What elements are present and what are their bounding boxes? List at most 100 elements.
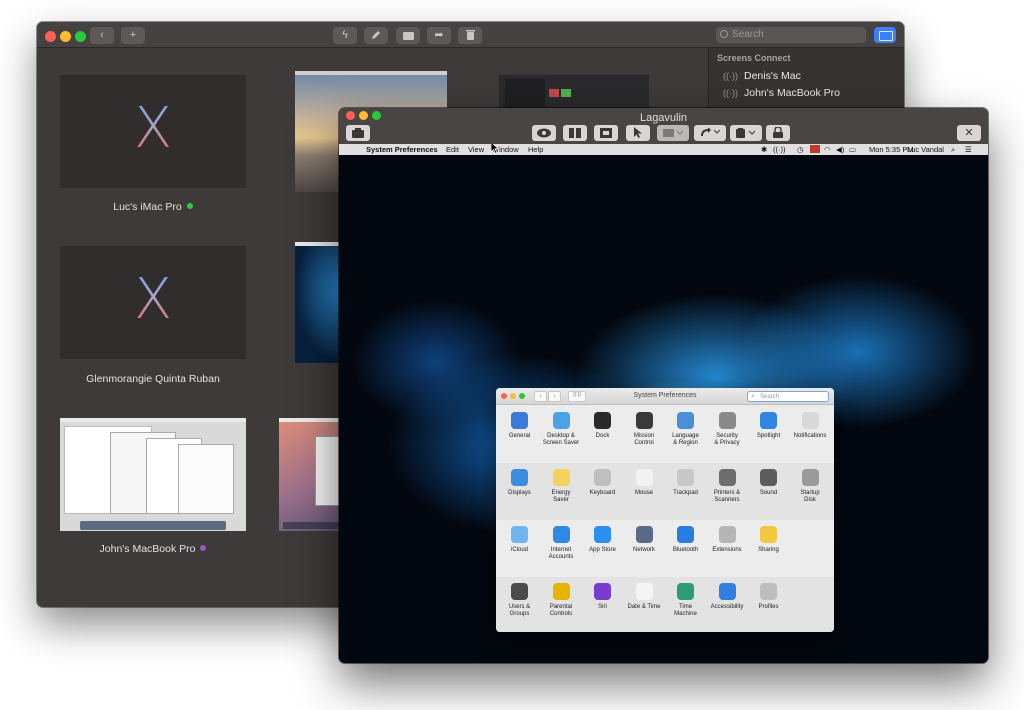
- clipboard-button[interactable]: [730, 125, 762, 141]
- search-input[interactable]: Search: [716, 27, 866, 43]
- network-icon: [635, 526, 653, 543]
- extensions-icon: [718, 526, 736, 543]
- fit-screen-button[interactable]: [594, 125, 618, 141]
- pref-pane-label: Extensions: [712, 547, 742, 553]
- disconnect-button[interactable]: ✕: [957, 125, 981, 141]
- pref-pane-internet-accounts[interactable]: Internet Accounts: [541, 526, 582, 561]
- sidebar-item-johns-macbook[interactable]: ((·)) John's MacBook Pro: [723, 87, 840, 99]
- pref-pane-label: Accessibility: [710, 604, 744, 610]
- menubar-user[interactable]: Luc Vandal: [907, 144, 944, 155]
- pointer-mode-button[interactable]: [626, 125, 650, 141]
- pref-pane-security[interactable]: Security & Privacy: [707, 412, 748, 447]
- delete-button[interactable]: [458, 27, 482, 44]
- remote-screen[interactable]: System Preferences Edit View Window Help…: [339, 144, 988, 663]
- pref-pane-bluetooth[interactable]: Bluetooth: [665, 526, 706, 554]
- quick-connect-button[interactable]: ϟ: [333, 27, 357, 44]
- clipboard-icon: [736, 128, 756, 138]
- menu-help[interactable]: Help: [528, 144, 543, 155]
- pref-pane-parental-controls[interactable]: Parental Controls: [541, 583, 582, 618]
- screen-tile-imac[interactable]: X: [60, 75, 246, 188]
- pref-pane-app-store[interactable]: App Store: [582, 526, 623, 554]
- pref-pane-mission-control[interactable]: Mission Control: [624, 412, 665, 447]
- pref-pane-time-machine[interactable]: Time Machine: [665, 583, 706, 618]
- add-screen-button[interactable]: +: [121, 27, 145, 44]
- bolt-icon: ϟ: [342, 29, 348, 41]
- printer-icon: [718, 469, 736, 486]
- camera-icon: [352, 128, 364, 138]
- flag-status-icon[interactable]: [810, 145, 820, 153]
- bluetooth-status-icon[interactable]: ✱: [761, 144, 767, 155]
- spotlight-status-icon[interactable]: ⌕: [951, 144, 955, 155]
- pref-pane-extensions[interactable]: Extensions: [707, 526, 748, 554]
- preferences-row: Users & Groups Parental Controls Siri Date …: [496, 577, 834, 632]
- menu-edit[interactable]: Edit: [446, 144, 459, 155]
- display-selector-dropdown[interactable]: [657, 125, 689, 141]
- edit-button[interactable]: [364, 27, 388, 44]
- pref-pane-general[interactable]: General: [499, 412, 540, 440]
- pref-pane-energy-saver[interactable]: Energy Saver: [541, 469, 582, 504]
- pref-pane-trackpad[interactable]: Trackpad: [665, 469, 706, 497]
- tile-name: Glenmorangie Quinta Ruban: [86, 373, 220, 385]
- sidebar-item-denis-mac[interactable]: ((·)) Denis's Mac: [723, 70, 801, 82]
- preferences-search-input[interactable]: ⌕ Search: [747, 391, 829, 402]
- chevron-left-icon: ‹: [100, 29, 104, 41]
- pref-pane-sound[interactable]: Sound: [748, 469, 789, 497]
- pref-pane-desktop[interactable]: Desktop & Screen Saver: [541, 412, 582, 447]
- sharing-icon: [760, 526, 777, 543]
- pref-pane-spotlight[interactable]: Spotlight: [748, 412, 789, 440]
- group-button[interactable]: [396, 27, 420, 44]
- zoom-window-button[interactable]: [75, 31, 86, 42]
- pref-pane-date-time[interactable]: Date & Time: [624, 583, 665, 611]
- menu-app-name[interactable]: System Preferences: [366, 144, 438, 155]
- pref-pane-sharing[interactable]: Sharing: [748, 526, 789, 554]
- screenshot-button[interactable]: [346, 125, 370, 141]
- pref-pane-accessibility[interactable]: Accessibility: [707, 583, 748, 611]
- wifi-status-icon[interactable]: ◠: [824, 144, 831, 155]
- window-title: Lagavulin: [639, 112, 688, 124]
- pref-pane-icloud[interactable]: iCloud: [499, 526, 540, 554]
- pref-pane-label: Displays: [508, 490, 531, 496]
- online-status-dot: [186, 203, 193, 209]
- pref-pane-label: Time Machine: [674, 604, 697, 617]
- language-icon: [677, 412, 694, 429]
- pref-pane-notifications[interactable]: Notifications: [790, 412, 831, 440]
- pref-pane-displays[interactable]: Displays: [499, 469, 540, 497]
- back-button[interactable]: ‹: [90, 27, 114, 44]
- screen-tile-code[interactable]: [499, 71, 649, 113]
- airplay-status-icon[interactable]: ((·)): [773, 144, 786, 155]
- pref-pane-startup-disk[interactable]: Startup Disk: [790, 469, 831, 504]
- sidebar-toggle-button[interactable]: [874, 27, 896, 43]
- minimize-window-button[interactable]: [60, 31, 71, 42]
- screen-tile-johns-macbook[interactable]: [60, 418, 246, 531]
- broadcast-icon: ((·)): [723, 71, 738, 81]
- pref-pane-printer[interactable]: Printers & Scanners: [707, 469, 748, 504]
- pref-pane-language[interactable]: Language & Region: [665, 412, 706, 447]
- display-status-icon[interactable]: ▭: [849, 144, 856, 155]
- screen-tile-glenmorangie[interactable]: X: [60, 246, 246, 359]
- pref-pane-profiles[interactable]: Profiles: [748, 583, 789, 611]
- pref-pane-keyboard[interactable]: Keyboard: [582, 469, 623, 497]
- close-window-button[interactable]: [45, 31, 56, 42]
- plus-icon: +: [129, 29, 137, 41]
- lock-button[interactable]: [766, 125, 790, 141]
- search-icon: [720, 30, 728, 38]
- volume-status-icon[interactable]: ◀): [836, 144, 844, 155]
- pref-pane-users[interactable]: Users & Groups: [499, 583, 540, 618]
- rotate-button[interactable]: [694, 125, 726, 141]
- pref-pane-network[interactable]: Network: [624, 526, 665, 554]
- time-machine-status-icon[interactable]: ◷: [797, 144, 804, 155]
- mouse-icon: [635, 469, 653, 486]
- system-preferences-window: ‹ › ⠿⠿ System Preferences ⌕ Search Gener…: [496, 388, 834, 632]
- pref-pane-siri[interactable]: Siri: [582, 583, 623, 611]
- observe-mode-button[interactable]: [532, 125, 556, 141]
- security-icon: [718, 412, 736, 429]
- parental-controls-icon: [552, 583, 570, 600]
- desktop-icon: [552, 412, 570, 429]
- pref-pane-dock[interactable]: Dock: [582, 412, 623, 440]
- pref-pane-label: Sharing: [758, 547, 779, 553]
- menu-view[interactable]: View: [468, 144, 484, 155]
- share-button[interactable]: ➦: [427, 27, 451, 44]
- curtain-mode-button[interactable]: [563, 125, 587, 141]
- notification-center-icon[interactable]: ☰: [965, 144, 972, 155]
- pref-pane-mouse[interactable]: Mouse: [624, 469, 665, 497]
